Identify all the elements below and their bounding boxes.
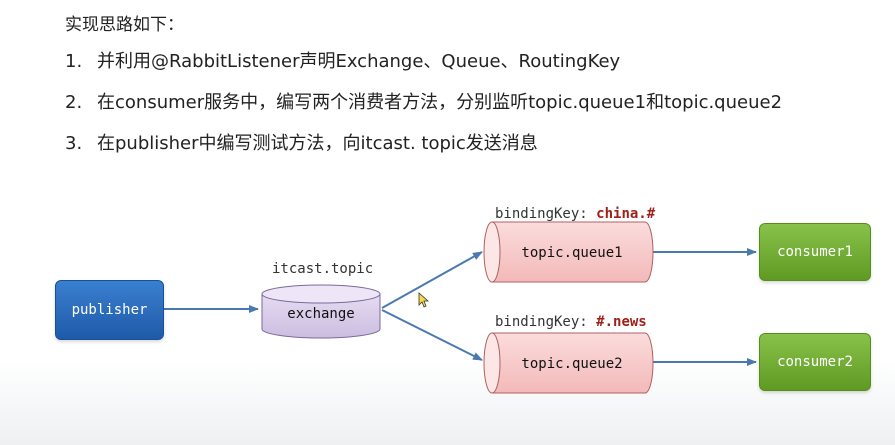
arrow-exchange-to-queue2 bbox=[381, 309, 483, 361]
binding-key-value: china.# bbox=[596, 206, 656, 222]
binding-key-prefix: bindingKey: bbox=[495, 206, 597, 222]
exchange-node: exchange bbox=[261, 284, 381, 339]
queue2-label: topic.queue2 bbox=[521, 356, 622, 372]
consumer2-node: consumer2 bbox=[759, 333, 871, 391]
queue2-node: topic.queue2 bbox=[483, 332, 654, 394]
binding-key-2: bindingKey: #.news bbox=[495, 314, 647, 330]
cursor-icon bbox=[418, 292, 430, 308]
queue1-node: topic.queue1 bbox=[483, 221, 654, 283]
binding-key-prefix: bindingKey: bbox=[495, 314, 597, 330]
queue1-label: topic.queue1 bbox=[521, 245, 622, 261]
binding-key-value: #.news bbox=[596, 314, 647, 330]
exchange-name-label: itcast.topic bbox=[272, 261, 374, 277]
arrow-exchange-to-queue1 bbox=[381, 251, 483, 309]
binding-key-1: bindingKey: china.# bbox=[495, 206, 655, 222]
exchange-label: exchange bbox=[287, 306, 354, 322]
consumer1-node: consumer1 bbox=[759, 223, 871, 281]
publisher-node: publisher bbox=[55, 280, 164, 340]
